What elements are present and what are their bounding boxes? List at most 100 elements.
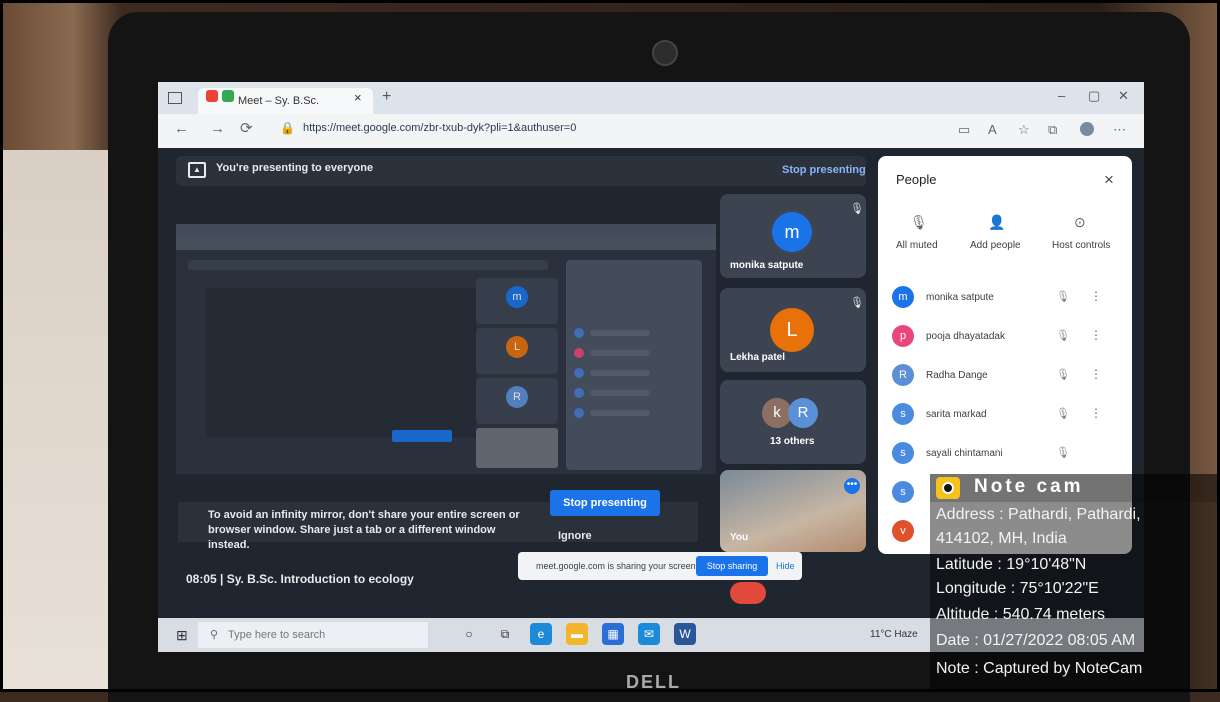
participant-avatar: s xyxy=(892,481,914,503)
share-status-text: meet.google.com is sharing your screen. xyxy=(536,561,699,571)
stop-presenting-button[interactable]: Stop presenting xyxy=(550,490,660,516)
cast-icon[interactable]: ▭ xyxy=(958,122,970,138)
forward-icon[interactable]: → xyxy=(210,120,225,137)
file-explorer-icon[interactable]: ▬ xyxy=(566,623,588,645)
more-vert-icon[interactable]: ⋮ xyxy=(1090,289,1102,303)
mirror-self-view xyxy=(476,428,558,468)
participant-avatar: R xyxy=(892,364,914,386)
minimize-icon[interactable]: – xyxy=(1058,88,1065,103)
participant-avatar: p xyxy=(892,325,914,347)
favorites-icon[interactable]: ☆ xyxy=(1018,122,1030,138)
mic-off-icon: 🎙 xyxy=(1056,408,1070,420)
notecam-date: Date : 01/27/2022 08:05 AM xyxy=(936,632,1136,649)
notecam-title: Note cam xyxy=(974,476,1084,497)
tile-name: monika satpute xyxy=(730,260,804,271)
all-muted-label: All muted xyxy=(896,240,938,251)
mirror-dot xyxy=(574,388,584,398)
mic-off-icon: 🎙 xyxy=(1056,447,1070,459)
collections-icon[interactable]: ⧉ xyxy=(1048,122,1057,138)
cortana-icon[interactable]: ○ xyxy=(458,623,480,645)
notecam-address-2: 414102, MH, India xyxy=(936,530,1067,547)
profile-avatar[interactable] xyxy=(1080,122,1094,136)
mirror-line xyxy=(590,330,650,336)
mirror-banner xyxy=(188,260,548,270)
mic-off-icon: 🎙 xyxy=(1056,291,1070,303)
mirror-avatar-l: L xyxy=(506,336,528,358)
tile-name: Lekha patel xyxy=(730,352,786,363)
search-placeholder: Type here to search xyxy=(228,629,326,641)
mirror-inner-screen xyxy=(206,288,476,438)
mic-off-icon: 🎙 xyxy=(1056,330,1070,342)
more-options-icon[interactable]: ••• xyxy=(844,478,860,494)
participant-name: Radha Dange xyxy=(926,370,988,381)
mirror-stop-button xyxy=(392,430,452,442)
edge-icon[interactable]: e xyxy=(530,623,552,645)
hide-link[interactable]: Hide xyxy=(776,561,795,571)
banner-text: You're presenting to everyone xyxy=(216,162,374,174)
read-aloud-icon[interactable]: A xyxy=(988,122,997,137)
avatar: L xyxy=(770,308,814,352)
more-menu-icon[interactable]: ⋯ xyxy=(1113,122,1126,138)
add-people-label[interactable]: Add people xyxy=(970,240,1021,251)
participant-name: sarita markad xyxy=(926,409,987,420)
add-person-icon[interactable]: 👤 xyxy=(988,214,1005,231)
notecam-note: Note : Captured by NoteCam xyxy=(936,660,1143,677)
mirror-dot xyxy=(574,348,584,358)
lock-icon: 🔒 xyxy=(280,121,295,135)
store-icon[interactable]: ▦ xyxy=(602,623,624,645)
search-icon: ⚲ xyxy=(210,629,219,641)
more-vert-icon[interactable]: ⋮ xyxy=(1090,328,1102,342)
mirror-line xyxy=(590,390,650,396)
word-icon[interactable]: W xyxy=(674,623,696,645)
avatar: R xyxy=(788,398,818,428)
mirror-line xyxy=(590,370,650,376)
more-vert-icon[interactable]: ⋮ xyxy=(1090,367,1102,381)
windows-start-icon[interactable]: ⊞ xyxy=(176,627,188,644)
banner-stop-presenting[interactable]: Stop presenting xyxy=(782,164,866,176)
stop-sharing-button[interactable]: Stop sharing xyxy=(696,556,768,576)
meeting-time-title: 08:05 | Sy. B.Sc. Introduction to ecolog… xyxy=(186,572,414,586)
ignore-button[interactable]: Ignore xyxy=(558,530,592,542)
reload-icon[interactable]: ⟳ xyxy=(240,119,253,137)
maximize-icon[interactable]: ▢ xyxy=(1088,88,1100,104)
mirror-dot xyxy=(574,328,584,338)
mail-icon[interactable]: ✉ xyxy=(638,623,660,645)
host-controls-icon[interactable]: ⊙ xyxy=(1074,214,1086,231)
notecam-altitude: Altitude : 540.74 meters xyxy=(936,606,1105,623)
close-window-icon[interactable]: ✕ xyxy=(1118,88,1129,104)
host-controls-label[interactable]: Host controls xyxy=(1052,240,1110,251)
mic-off-icon: 🎙 xyxy=(1056,369,1070,381)
notecam-longitude: Longitude : 75°10'22"E xyxy=(936,580,1099,597)
back-icon[interactable]: ← xyxy=(174,120,189,137)
tab-close-icon[interactable]: × xyxy=(354,90,362,105)
participant-avatar: v xyxy=(892,520,914,542)
participant-name: pooja dhayatadak xyxy=(926,331,1005,342)
participant-name: sayali chintamani xyxy=(926,448,1003,459)
url-field[interactable]: https://meet.google.com/zbr-txub-dyk?pli… xyxy=(303,122,576,134)
weather-widget[interactable]: 11°C Haze xyxy=(870,629,918,640)
mirror-avatar-m: m xyxy=(506,286,528,308)
participant-avatar: s xyxy=(892,442,914,464)
mic-off-icon: 🎙 xyxy=(850,203,864,215)
close-icon[interactable]: × xyxy=(1104,170,1114,190)
webcam xyxy=(652,40,678,66)
mirror-people-panel xyxy=(566,260,702,470)
mic-off-icon[interactable]: 🎙 xyxy=(910,214,928,231)
task-view-icon[interactable]: ⧉ xyxy=(494,623,516,645)
participant-avatar: m xyxy=(892,286,914,308)
tab-actions-icon[interactable] xyxy=(168,92,182,104)
mirror-line xyxy=(590,410,650,416)
mic-off-icon: 🎙 xyxy=(850,297,864,309)
avatar: m xyxy=(772,212,812,252)
notecam-address-1: Address : Pathardi, Pathardi, xyxy=(936,506,1141,523)
mirrored-screen: m L R xyxy=(176,224,716,474)
leave-call-button[interactable] xyxy=(730,582,766,604)
mirror-tab-bar xyxy=(176,224,716,236)
mirror-address-bar xyxy=(176,236,716,250)
mirror-line xyxy=(590,350,650,356)
present-icon: ▲ xyxy=(188,162,206,178)
meet-favicon-icon xyxy=(222,90,234,102)
new-tab-icon[interactable]: + xyxy=(382,88,391,106)
more-vert-icon[interactable]: ⋮ xyxy=(1090,406,1102,420)
infinity-mirror-warning: To avoid an infinity mirror, don't share… xyxy=(208,509,520,551)
